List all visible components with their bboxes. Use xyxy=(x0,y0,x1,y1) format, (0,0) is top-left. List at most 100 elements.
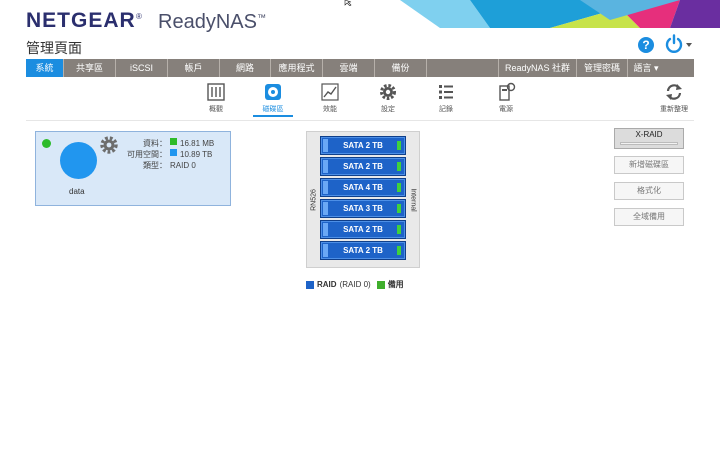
tab-settings[interactable]: 設定 xyxy=(368,82,408,114)
raid-legend-swatch xyxy=(306,280,314,289)
nav-network[interactable]: 網路 xyxy=(220,59,271,77)
disk-bay-6[interactable]: SATA 2 TB xyxy=(320,241,406,260)
nav-spacer xyxy=(427,59,499,77)
power-icon[interactable] xyxy=(664,34,694,54)
trademark-mark: ™ xyxy=(256,12,266,23)
disk-legend: RAID (RAID 0) 備用 xyxy=(306,279,407,290)
xraid-slider xyxy=(620,142,678,145)
tab-settings-label: 設定 xyxy=(381,106,395,113)
tab-logs[interactable]: 記錄 xyxy=(426,82,466,114)
overview-icon xyxy=(207,83,225,101)
settings-gear-icon xyxy=(380,84,396,100)
stat-data: 資料： 16.81 MB xyxy=(120,138,214,149)
help-icon[interactable]: ? xyxy=(638,37,654,53)
netgear-logo: NETGEAR xyxy=(26,9,136,32)
format-button[interactable]: 格式化 xyxy=(614,182,684,200)
stat-free-label: 可用空間： xyxy=(127,150,167,159)
tab-refresh-label: 重新整理 xyxy=(660,106,688,113)
volume-usage-chart xyxy=(60,142,97,179)
nav-backup[interactable]: 備份 xyxy=(375,59,427,77)
nav-shares[interactable]: 共享區 xyxy=(64,59,116,77)
stat-data-label: 資料： xyxy=(143,139,167,148)
product-name: ReadyNAS™ xyxy=(158,11,266,34)
refresh-icon xyxy=(666,84,682,100)
disk-led xyxy=(397,162,401,171)
tab-overview-label: 概觀 xyxy=(209,106,223,113)
nav-cloud[interactable]: 雲端 xyxy=(323,59,375,77)
data-legend-swatch xyxy=(170,138,177,145)
nav-apps[interactable]: 應用程式 xyxy=(271,59,323,77)
logs-icon xyxy=(439,85,453,99)
disk-bay-4[interactable]: SATA 3 TB xyxy=(320,199,406,218)
header-decoration xyxy=(400,0,720,28)
stat-free: 可用空間： 10.89 TB xyxy=(120,149,214,160)
tab-performance-label: 效能 xyxy=(323,106,337,113)
spare-legend-swatch xyxy=(376,280,385,289)
nav-community[interactable]: ReadyNAS 社群 xyxy=(499,59,577,77)
enclosure-model-label: RN526 xyxy=(310,188,317,211)
volume-icon xyxy=(265,84,281,100)
disk-label: SATA 2 TB xyxy=(343,246,383,255)
nav-language[interactable]: 語言 ▾ xyxy=(628,59,664,77)
disk-led xyxy=(397,246,401,255)
volume-name: data xyxy=(69,187,85,196)
subtab-bar: 概觀 磁碟區 效能 設定 記錄 電源 重新整理 xyxy=(0,82,720,118)
gear-icon[interactable] xyxy=(99,135,119,155)
tab-overview[interactable]: 概觀 xyxy=(196,82,236,114)
disk-label: SATA 2 TB xyxy=(343,141,383,150)
enclosure-location: Internal xyxy=(406,132,419,267)
refresh-button[interactable]: 重新整理 xyxy=(652,82,696,114)
performance-icon xyxy=(321,83,339,101)
header: NETGEAR ® ReadyNAS™ 管理頁面 ? xyxy=(0,0,720,58)
disk-label: SATA 2 TB xyxy=(343,225,383,234)
raid-legend-label: RAID xyxy=(317,280,337,289)
enclosure-model: RN526 xyxy=(307,132,320,267)
tab-volumes[interactable]: 磁碟區 xyxy=(253,82,293,117)
disk-enclosure: RN526 SATA 2 TB SATA 2 TB SATA 4 TB SATA… xyxy=(306,131,420,268)
disk-bay-2[interactable]: SATA 2 TB xyxy=(320,157,406,176)
mouse-cursor-icon xyxy=(344,0,352,6)
disk-label: SATA 4 TB xyxy=(343,183,383,192)
disk-bay-5[interactable]: SATA 2 TB xyxy=(320,220,406,239)
disk-label: SATA 2 TB xyxy=(343,162,383,171)
spare-legend-label: 備用 xyxy=(387,280,404,289)
page-title: 管理頁面 xyxy=(26,40,82,56)
volume-stats: 資料： 16.81 MB 可用空間： 10.89 TB 類型： RAID 0 xyxy=(120,138,214,171)
stat-type-value: RAID 0 xyxy=(170,161,196,170)
xraid-toggle[interactable]: X-RAID xyxy=(614,128,684,149)
disk-bay-3[interactable]: SATA 4 TB xyxy=(320,178,406,197)
disk-label: SATA 3 TB xyxy=(343,204,383,213)
stat-data-value: 16.81 MB xyxy=(180,139,215,148)
global-spare-button[interactable]: 全域備用 xyxy=(614,208,684,226)
new-volume-button[interactable]: 新增磁碟區 xyxy=(614,156,684,174)
nav-accounts[interactable]: 帳戶 xyxy=(168,59,220,77)
volume-status-indicator xyxy=(42,139,51,148)
tab-power-label: 電源 xyxy=(499,106,513,113)
nav-system[interactable]: 系統 xyxy=(26,59,64,77)
nav-admin-password[interactable]: 管理密碼 xyxy=(577,59,628,77)
divider xyxy=(26,120,694,121)
tab-logs-label: 記錄 xyxy=(439,106,453,113)
power-settings-icon xyxy=(499,82,516,101)
stat-free-value: 10.89 TB xyxy=(180,150,213,159)
tab-power[interactable]: 電源 xyxy=(486,82,526,114)
disk-bays: SATA 2 TB SATA 2 TB SATA 4 TB SATA 3 TB … xyxy=(320,136,406,262)
raid-legend-detail: (RAID 0) xyxy=(339,280,371,289)
product-name-text: ReadyNAS xyxy=(158,11,257,33)
nav-iscsi[interactable]: iSCSI xyxy=(116,59,168,77)
enclosure-location-label: Internal xyxy=(409,187,416,212)
tab-performance[interactable]: 效能 xyxy=(310,82,350,114)
registered-mark: ® xyxy=(136,12,142,21)
disk-led xyxy=(397,141,401,150)
tab-volumes-label: 磁碟區 xyxy=(262,106,284,113)
disk-led xyxy=(397,204,401,213)
stat-type: 類型： RAID 0 xyxy=(120,160,214,171)
volume-card[interactable]: data 資料： 16.81 MB 可用空間： 10.89 TB 類型： RAI… xyxy=(35,131,231,206)
disk-led xyxy=(397,225,401,234)
disk-bay-1[interactable]: SATA 2 TB xyxy=(320,136,406,155)
main-nav: 系統 共享區 iSCSI 帳戶 網路 應用程式 雲端 備份 ReadyNAS 社… xyxy=(26,59,694,77)
stat-type-label: 類型： xyxy=(143,161,167,170)
xraid-label: X-RAID xyxy=(635,130,663,139)
disk-led xyxy=(397,183,401,192)
free-legend-swatch xyxy=(170,149,177,156)
